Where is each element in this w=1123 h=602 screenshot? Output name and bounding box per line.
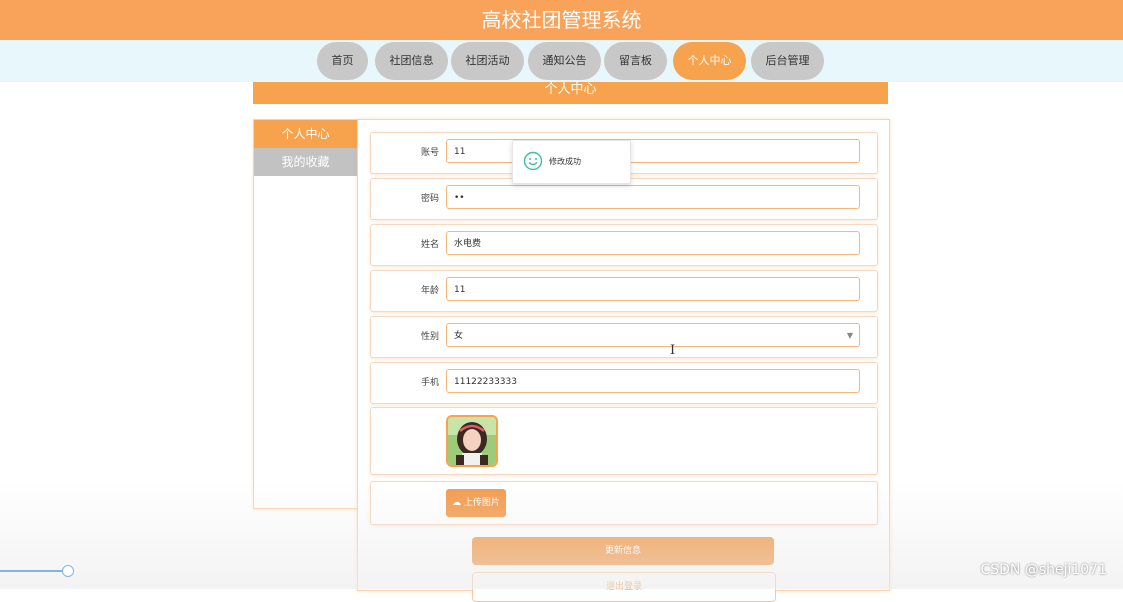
section-title: 个人中心 [544,82,597,97]
top-nav: 首页 社团信息 社团活动 通知公告 留言板 个人中心 后台管理 [0,40,1123,82]
name-input[interactable]: 水电费 [446,231,860,255]
age-input[interactable]: 11 [446,277,860,301]
form-row-password: 密码 •• [370,178,878,220]
upload-image-button[interactable]: ☁ 上传图片 [446,489,506,517]
toast-notification: 修改成功 [512,140,631,184]
nav-item-club-activity[interactable]: 社团活动 [451,42,524,80]
gender-select[interactable]: 女 ▼ [446,323,860,347]
gender-value: 女 [454,331,464,341]
avatar[interactable] [446,415,498,467]
cloud-upload-icon: ☁ [452,498,462,508]
nav-item-club-info[interactable]: 社团信息 [375,42,448,80]
password-input[interactable]: •• [446,185,860,209]
nav-item-notice[interactable]: 通知公告 [528,42,601,80]
sidebar-item-personal-center[interactable]: 个人中心 [254,120,357,148]
nav-item-personal-center[interactable]: 个人中心 [673,42,746,80]
form-row-name: 姓名 水电费 [370,224,878,266]
sidebar: 个人中心 我的收藏 [253,119,358,509]
form-row-avatar [370,407,878,475]
form-row-gender: 性别 女 ▼ [370,316,878,358]
age-label: 年龄 [420,286,439,296]
slider-track[interactable] [0,570,63,572]
upload-label: 上传图片 [463,498,500,508]
form-row-age: 年龄 11 [370,270,878,312]
update-info-button[interactable]: 更新信息 [472,537,774,565]
profile-form: 账号 11 密码 •• 姓名 水电费 年龄 11 性别 女 ▼ 手机 11122… [357,119,890,602]
account-label: 账号 [420,148,439,158]
app-header: 高校社团管理系统 [0,0,1123,40]
sidebar-item-favorites[interactable]: 我的收藏 [254,148,357,176]
slider-knob[interactable] [62,565,74,577]
phone-label: 手机 [420,378,439,388]
text-cursor-icon: I [670,343,676,358]
name-label: 姓名 [420,240,439,250]
form-row-upload: ☁ 上传图片 [370,481,878,525]
phone-input[interactable]: 11122233333 [446,369,860,393]
nav-item-admin[interactable]: 后台管理 [751,42,824,80]
toast-message: 修改成功 [549,157,581,166]
nav-item-home[interactable]: 首页 [317,42,368,80]
chevron-down-icon[interactable]: ▼ [847,324,853,348]
form-row-phone: 手机 11122233333 [370,362,878,404]
watermark: CSDN @sheji1071 [980,562,1107,578]
smile-icon [523,151,543,171]
nav-item-message-board[interactable]: 留言板 [604,42,667,80]
section-banner: 个人中心 [253,82,888,104]
account-input[interactable]: 11 [446,139,860,163]
avatar-photo [448,417,496,465]
password-label: 密码 [420,194,439,204]
logout-button[interactable]: 退出登录 [472,572,776,602]
app-title: 高校社团管理系统 [481,8,642,32]
gender-label: 性别 [420,332,439,342]
